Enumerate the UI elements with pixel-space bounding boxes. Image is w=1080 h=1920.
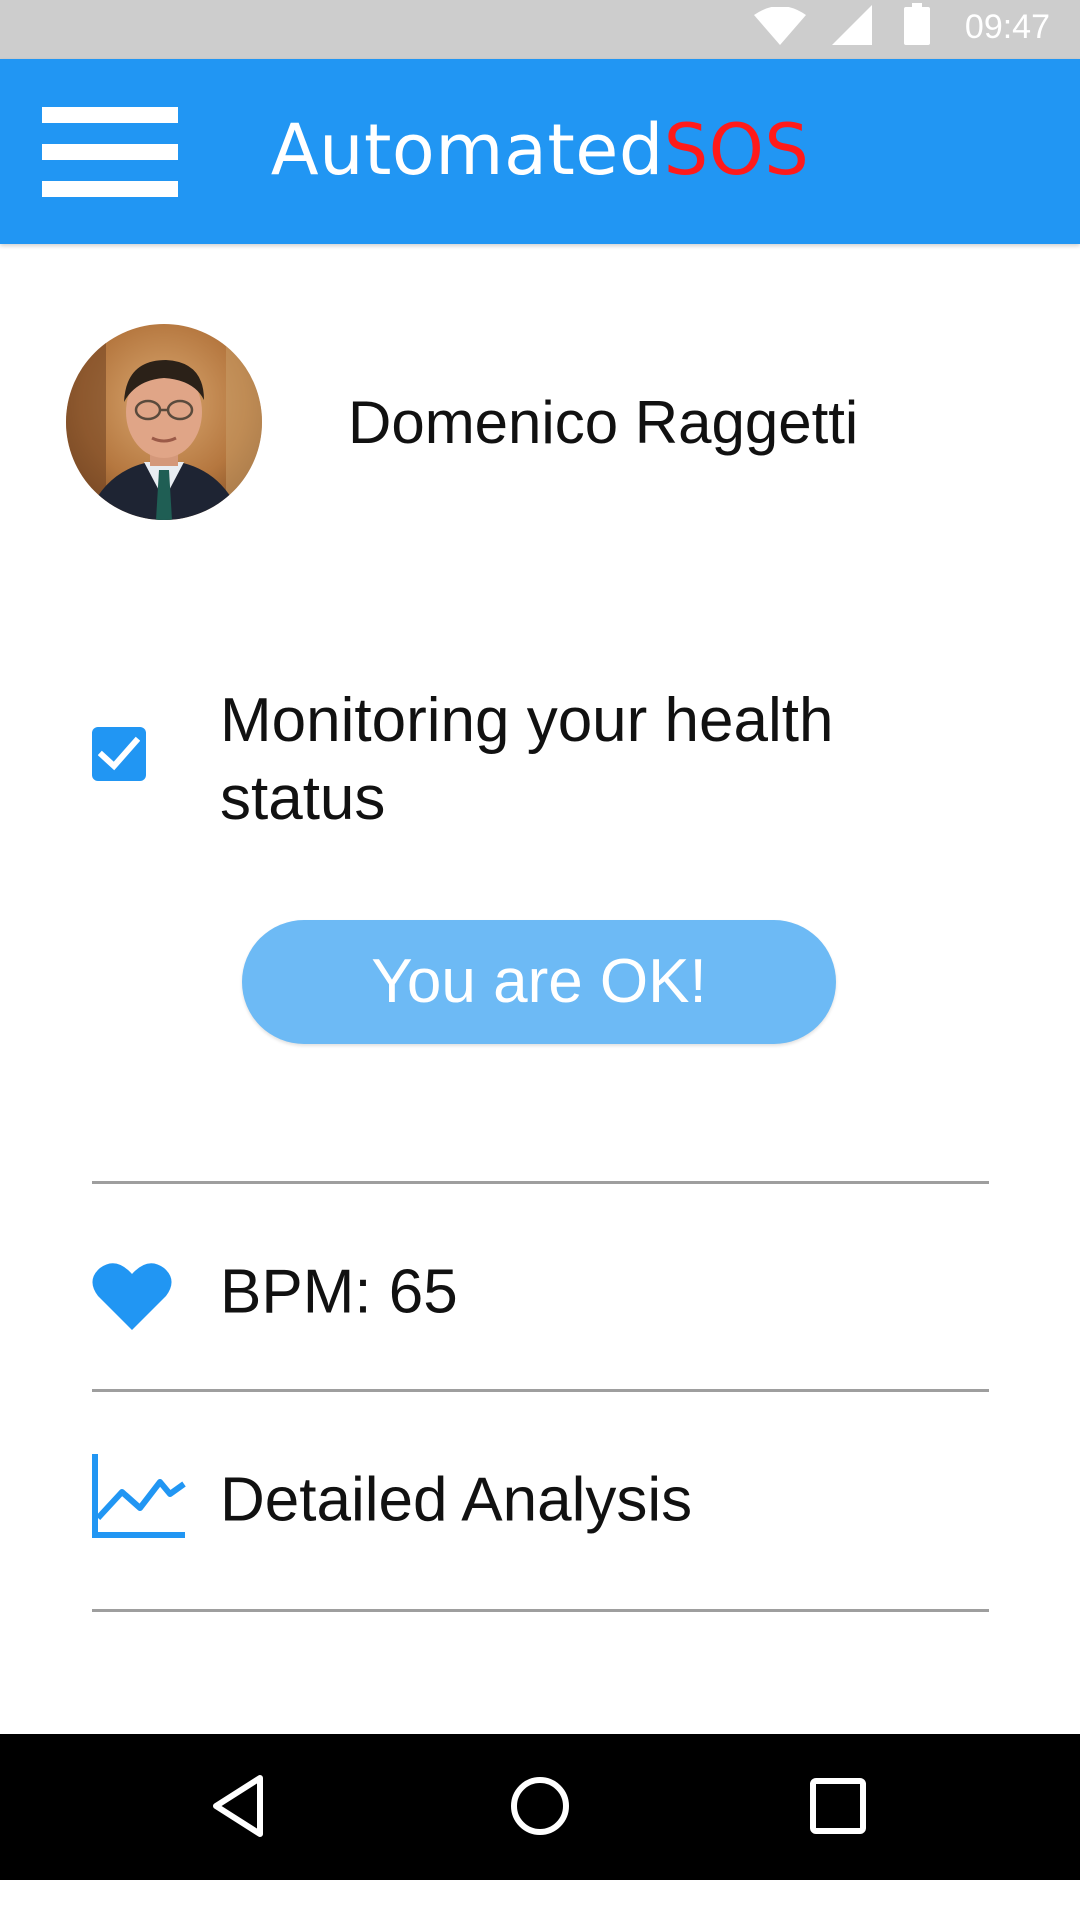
divider <box>92 1181 989 1184</box>
monitoring-checkbox[interactable] <box>92 727 146 781</box>
app-title: AutomatedSOS <box>0 109 1080 191</box>
bottom-strip <box>0 1880 1080 1920</box>
divider <box>92 1609 989 1612</box>
home-icon[interactable] <box>508 1774 572 1838</box>
status-time: 09:47 <box>964 8 1050 46</box>
checkmark-icon <box>98 736 140 771</box>
divider <box>92 1389 989 1392</box>
app-screen: 09:47 AutomatedSOS Domenico Raggetti Mon… <box>0 0 1080 1920</box>
back-icon[interactable] <box>208 1774 268 1838</box>
status-ok-button[interactable]: You are OK! <box>242 920 836 1044</box>
bpm-row[interactable]: BPM: 65 <box>92 1190 989 1394</box>
profile-name: Domenico Raggetti <box>348 389 859 456</box>
recents-icon[interactable] <box>808 1776 868 1836</box>
detailed-analysis-label: Detailed Analysis <box>220 1465 693 1535</box>
detailed-analysis-row[interactable]: Detailed Analysis <box>92 1398 989 1602</box>
app-title-main: Automated <box>270 109 664 191</box>
line-chart-icon <box>92 1454 186 1538</box>
heart-icon <box>92 1263 172 1330</box>
app-title-accent: SOS <box>663 109 810 191</box>
monitoring-label: Monitoring your health status <box>220 686 834 833</box>
app-bar: AutomatedSOS <box>0 59 1080 244</box>
system-nav-bar <box>0 1734 1080 1880</box>
avatar[interactable] <box>66 324 262 520</box>
battery-icon <box>904 3 930 45</box>
wifi-icon <box>754 7 806 45</box>
status-bar: 09:47 <box>0 0 1080 59</box>
bpm-label: BPM: 65 <box>220 1257 458 1327</box>
signal-icon <box>832 5 872 45</box>
